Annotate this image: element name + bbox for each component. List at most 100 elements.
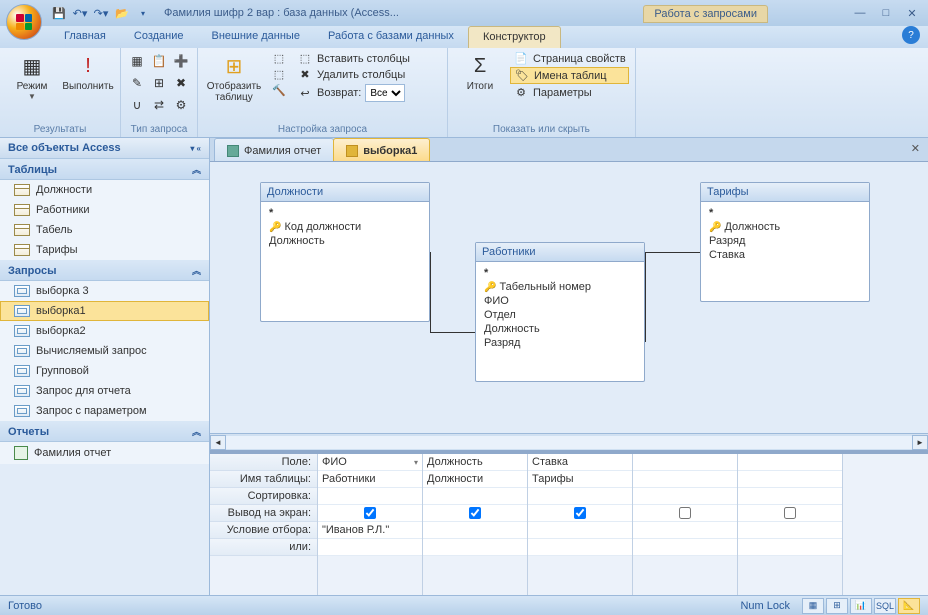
insert-rows-button[interactable]: ⬚ <box>268 51 290 66</box>
delete-icon[interactable]: ✖ <box>171 73 191 93</box>
view-datasheet-button[interactable]: ▦ <box>802 598 824 614</box>
canvas-scrollbar[interactable]: ◄ ► <box>210 433 928 450</box>
parameters-button[interactable]: ⚙Параметры <box>510 85 629 100</box>
grid-table-cell[interactable] <box>633 471 737 488</box>
passthrough-icon[interactable]: ⇄ <box>149 95 169 115</box>
view-pivottable-button[interactable]: ⊞ <box>826 598 848 614</box>
tab-database-tools[interactable]: Работа с базами данных <box>314 26 468 48</box>
grid-sort-cell[interactable] <box>633 488 737 505</box>
grid-table-cell[interactable]: Работники <box>318 471 422 488</box>
grid-table-cell[interactable] <box>738 471 842 488</box>
table-names-button[interactable]: 🏷Имена таблиц <box>510 67 629 84</box>
append-icon[interactable]: ➕ <box>171 51 191 71</box>
grid-or-cell[interactable] <box>528 539 632 556</box>
tab-design[interactable]: Конструктор <box>468 26 561 48</box>
minimize-button[interactable]: — <box>850 6 870 20</box>
grid-criteria-cell[interactable] <box>528 522 632 539</box>
grid-criteria-cell[interactable]: "Иванов Р.Л." <box>318 522 422 539</box>
doc-tab-query[interactable]: выборка1 <box>333 138 430 161</box>
field-all[interactable]: * <box>482 266 638 280</box>
tab-create[interactable]: Создание <box>120 26 198 48</box>
grid-field-cell[interactable]: Ставка <box>528 454 632 471</box>
doc-close-icon[interactable]: ✕ <box>903 138 928 161</box>
table-box-workers[interactable]: Работники * 🔑Табельный номер ФИО Отдел Д… <box>475 242 645 382</box>
grid-sort-cell[interactable] <box>738 488 842 505</box>
field-item[interactable]: Отдел <box>482 308 638 322</box>
field-item[interactable]: 🔑Табельный номер <box>482 280 638 294</box>
open-icon[interactable]: 📂 <box>113 4 131 22</box>
nav-item[interactable]: Должности <box>0 180 209 200</box>
grid-or-cell[interactable] <box>318 539 422 556</box>
view-pivotchart-button[interactable]: 📊 <box>850 598 872 614</box>
grid-field-cell[interactable]: Должность <box>423 454 527 471</box>
office-button[interactable] <box>6 4 42 40</box>
help-icon[interactable]: ? <box>902 26 920 44</box>
field-item[interactable]: ФИО <box>482 294 638 308</box>
union-icon[interactable]: ∪ <box>127 95 147 115</box>
nav-dropdown-icon[interactable]: ▾ « <box>190 144 201 153</box>
undo-icon[interactable]: ↶▾ <box>71 4 89 22</box>
save-icon[interactable]: 💾 <box>50 4 68 22</box>
field-item[interactable]: Разряд <box>707 234 863 248</box>
nav-item[interactable]: Запрос для отчета <box>0 381 209 401</box>
nav-item[interactable]: Фамилия отчет <box>0 442 209 464</box>
insert-columns-button[interactable]: ⬚Вставить столбцы <box>294 51 413 66</box>
grid-criteria-cell[interactable] <box>738 522 842 539</box>
query-design-canvas[interactable]: Должности * 🔑Код должности Должность Раб… <box>210 162 928 450</box>
return-select[interactable]: Все <box>365 84 405 102</box>
make-table-icon[interactable]: 📋 <box>149 51 169 71</box>
view-mode-button[interactable]: ▦Режим▼ <box>6 51 58 103</box>
nav-category-tables[interactable]: Таблицы︽ <box>0 159 209 180</box>
table-box-tariffs[interactable]: Тарифы * 🔑Должность Разряд Ставка <box>700 182 870 302</box>
crosstab-icon[interactable]: ⊞ <box>149 73 169 93</box>
nav-item[interactable]: выборка 3 <box>0 281 209 301</box>
close-button[interactable]: ✕ <box>902 6 922 20</box>
grid-field-cell[interactable] <box>738 454 842 471</box>
field-item[interactable]: Должность <box>267 234 423 248</box>
field-all[interactable]: * <box>267 206 423 220</box>
run-button[interactable]: !Выполнить <box>62 51 114 94</box>
show-checkbox[interactable] <box>679 507 691 519</box>
nav-item[interactable]: Групповой <box>0 361 209 381</box>
grid-show-cell[interactable] <box>318 505 422 522</box>
view-design-button[interactable]: 📐 <box>898 598 920 614</box>
nav-item[interactable]: Работники <box>0 200 209 220</box>
maximize-button[interactable]: □ <box>876 6 896 20</box>
grid-show-cell[interactable] <box>528 505 632 522</box>
tab-external-data[interactable]: Внешние данные <box>198 26 314 48</box>
show-checkbox[interactable] <box>784 507 796 519</box>
nav-item[interactable]: Табель <box>0 220 209 240</box>
nav-header[interactable]: Все объекты Access▾ « <box>0 138 209 159</box>
grid-or-cell[interactable] <box>738 539 842 556</box>
scroll-right-icon[interactable]: ► <box>912 435 928 450</box>
update-icon[interactable]: ✎ <box>127 73 147 93</box>
property-sheet-button[interactable]: 📄Страница свойств <box>510 51 629 66</box>
grid-sort-cell[interactable] <box>423 488 527 505</box>
qat-customize-icon[interactable]: ▾ <box>134 4 152 22</box>
grid-sort-cell[interactable] <box>318 488 422 505</box>
nav-category-reports[interactable]: Отчеты︽ <box>0 421 209 442</box>
nav-category-queries[interactable]: Запросы︽ <box>0 260 209 281</box>
totals-button[interactable]: ΣИтоги <box>454 51 506 94</box>
grid-field-cell[interactable]: ФИО▾ <box>318 454 422 471</box>
nav-item[interactable]: Тарифы <box>0 240 209 260</box>
grid-table-cell[interactable]: Тарифы <box>528 471 632 488</box>
grid-show-cell[interactable] <box>738 505 842 522</box>
doc-tab-report[interactable]: Фамилия отчет <box>214 138 334 161</box>
grid-show-cell[interactable] <box>633 505 737 522</box>
grid-table-cell[interactable]: Должности <box>423 471 527 488</box>
grid-criteria-cell[interactable] <box>423 522 527 539</box>
field-all[interactable]: * <box>707 206 863 220</box>
scroll-left-icon[interactable]: ◄ <box>210 435 226 450</box>
redo-icon[interactable]: ↷▾ <box>92 4 110 22</box>
grid-criteria-cell[interactable] <box>633 522 737 539</box>
nav-item[interactable]: Вычисляемый запрос <box>0 341 209 361</box>
field-item[interactable]: 🔑Код должности <box>267 220 423 234</box>
show-checkbox[interactable] <box>574 507 586 519</box>
field-item[interactable]: Разряд <box>482 336 638 350</box>
select-query-icon[interactable]: ▦ <box>127 51 147 71</box>
grid-or-cell[interactable] <box>633 539 737 556</box>
field-item[interactable]: Ставка <box>707 248 863 262</box>
table-box-positions[interactable]: Должности * 🔑Код должности Должность <box>260 182 430 322</box>
grid-sort-cell[interactable] <box>528 488 632 505</box>
